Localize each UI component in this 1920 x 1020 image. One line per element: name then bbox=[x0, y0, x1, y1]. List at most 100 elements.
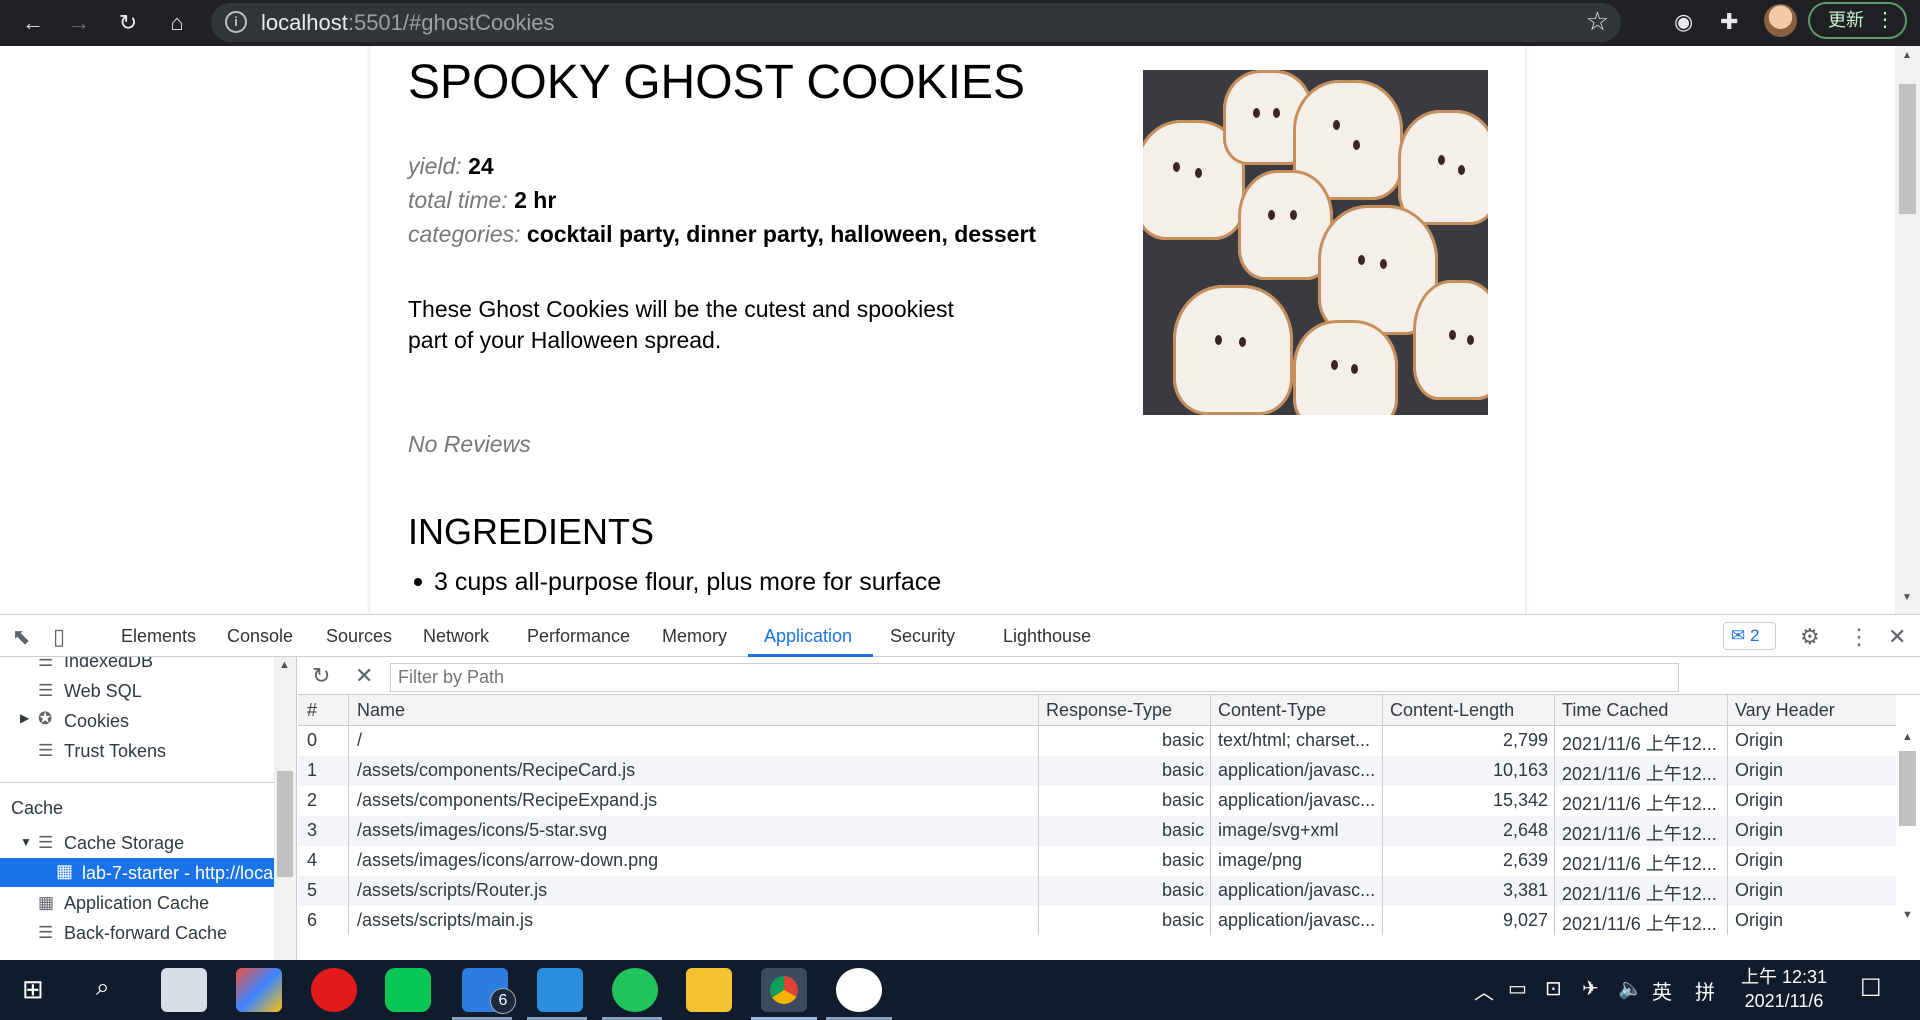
table-row[interactable]: 6/assets/scripts/main.js basic application… bbox=[298, 906, 1896, 936]
cell-time-cached: 2021/11/6 上午12... bbox=[1562, 794, 1717, 814]
filter-by-path-input[interactable] bbox=[390, 663, 1679, 692]
reload-icon[interactable]: ↻ bbox=[113, 8, 143, 38]
column-header-time-cached[interactable]: Time Cached bbox=[1562, 700, 1668, 721]
tab-sources[interactable]: Sources bbox=[326, 626, 392, 647]
back-icon[interactable]: ← bbox=[18, 8, 48, 38]
search-icon[interactable]: ⌕ bbox=[96, 974, 109, 1002]
extension-eyes-icon[interactable]: ◉ bbox=[1674, 9, 1693, 35]
settings-gear-icon[interactable]: ⚙ bbox=[1800, 624, 1820, 650]
cell-response-type: basic bbox=[1161, 910, 1204, 930]
sidebar-item-cache-entry[interactable]: ▦ lab-7-starter - http://localhost:5501 bbox=[0, 858, 296, 887]
application-sidebar: ☰ IndexedDB ☰ Web SQL ▶ ✪ Cookies ☰ Trus… bbox=[0, 657, 297, 961]
column-header-response-type[interactable]: Response-Type bbox=[1046, 700, 1172, 721]
vscode-icon[interactable] bbox=[537, 968, 583, 1012]
expand-arrow-icon[interactable]: ▶ bbox=[20, 711, 29, 725]
sidebar-item-back-forward-cache[interactable]: Back-forward Cache bbox=[64, 923, 227, 944]
cell-index: 6 bbox=[307, 910, 318, 930]
tab-network[interactable]: Network bbox=[423, 626, 489, 647]
show-hidden-icons-icon[interactable]: ︿ bbox=[1474, 976, 1494, 1005]
scroll-down-icon[interactable]: ▼ bbox=[1902, 909, 1913, 921]
table-row[interactable]: 1/assets/components/RecipeCard.js basic ap… bbox=[298, 756, 1896, 786]
scroll-up-icon[interactable]: ▲ bbox=[279, 659, 290, 671]
cell-name: /assets/images/icons/5-star.svg bbox=[357, 820, 608, 840]
column-divider bbox=[1210, 695, 1211, 935]
cell-content-length: 3,381 bbox=[1502, 880, 1548, 900]
bookmark-star-icon[interactable]: ☆ bbox=[1586, 6, 1609, 37]
extensions-puzzle-icon[interactable]: ✚ bbox=[1720, 9, 1738, 35]
table-row[interactable]: 0 / basic text/html; charset... 2,799 2021/11… bbox=[298, 726, 1896, 756]
file-explorer-icon[interactable] bbox=[686, 968, 732, 1012]
column-header-content-type[interactable]: Content-Type bbox=[1218, 700, 1326, 721]
column-header-vary-header[interactable]: Vary Header bbox=[1735, 700, 1835, 721]
delete-icon[interactable]: ✕ bbox=[355, 663, 373, 689]
slack-icon[interactable] bbox=[836, 968, 882, 1012]
forward-icon[interactable]: → bbox=[64, 8, 94, 38]
tab-security[interactable]: Security bbox=[890, 626, 955, 647]
table-row[interactable]: 3/assets/images/icons/5-star.svg basic ima… bbox=[298, 816, 1896, 846]
profile-avatar[interactable] bbox=[1764, 4, 1797, 37]
wechat-icon[interactable] bbox=[612, 968, 658, 1012]
cell-vary-header: Origin bbox=[1735, 790, 1784, 810]
system-clock[interactable]: 上午 12:31 2021/11/6 bbox=[1741, 965, 1827, 1013]
table-scrollbar[interactable]: ▲ ▼ bbox=[1896, 695, 1920, 925]
network-icon[interactable]: ⊡ bbox=[1545, 976, 1562, 1001]
netease-music-icon[interactable] bbox=[311, 968, 357, 1012]
scroll-up-icon[interactable]: ▲ bbox=[1902, 731, 1913, 743]
sidebar-scrollbar-thumb[interactable] bbox=[277, 771, 293, 877]
more-options-icon[interactable]: ⋮ bbox=[1848, 624, 1870, 650]
home-icon[interactable]: ⌂ bbox=[162, 8, 192, 38]
address-bar[interactable]: i localhost:5501/#ghostCookies ☆ bbox=[211, 3, 1621, 42]
column-header-index[interactable]: # bbox=[307, 700, 317, 721]
tab-console[interactable]: Console bbox=[227, 626, 293, 647]
line-app-icon[interactable] bbox=[385, 968, 431, 1012]
airplane-icon[interactable]: ✈ bbox=[1582, 976, 1599, 1001]
sidebar-item-cache-storage[interactable]: Cache Storage bbox=[64, 833, 184, 854]
table-row[interactable]: 5/assets/scripts/Router.js basic applicati… bbox=[298, 876, 1896, 906]
inspect-element-icon[interactable]: ⬉ bbox=[12, 624, 30, 650]
sidebar-item-trust-tokens[interactable]: Trust Tokens bbox=[64, 741, 166, 762]
volume-icon[interactable]: 🔈 bbox=[1618, 976, 1643, 1001]
input-language[interactable]: 英 bbox=[1652, 976, 1672, 1005]
sidebar-item-websql[interactable]: Web SQL bbox=[64, 681, 142, 702]
menu-icon[interactable]: ⋮ bbox=[1875, 4, 1895, 37]
cell-response-type: basic bbox=[1161, 790, 1204, 810]
taskbar-app-icon[interactable] bbox=[236, 968, 282, 1012]
cell-content-type: image/png bbox=[1218, 850, 1303, 870]
tab-memory[interactable]: Memory bbox=[662, 626, 727, 647]
browser-toolbar: ← → ↻ ⌂ i localhost:5501/#ghostCookies ☆… bbox=[0, 0, 1920, 46]
battery-icon[interactable]: ▭ bbox=[1508, 976, 1527, 1001]
column-header-content-length[interactable]: Content-Length bbox=[1390, 700, 1514, 721]
ingredients-heading: INGREDIENTS bbox=[408, 511, 655, 552]
page-scrollbar-thumb[interactable] bbox=[1899, 84, 1916, 214]
table-icon: ▦ bbox=[38, 893, 55, 912]
update-button[interactable]: 更新 ⋮ bbox=[1808, 2, 1907, 39]
cell-vary-header: Origin bbox=[1735, 820, 1784, 840]
sidebar-scrollbar[interactable]: ▲ bbox=[274, 657, 296, 961]
table-row[interactable]: 4/assets/images/icons/arrow-down.png basi… bbox=[298, 846, 1896, 876]
taskbar-app-icon[interactable] bbox=[161, 968, 207, 1012]
tab-performance[interactable]: Performance bbox=[527, 626, 630, 647]
tab-elements[interactable]: Elements bbox=[121, 626, 196, 647]
refresh-icon[interactable]: ↻ bbox=[312, 663, 330, 689]
sidebar-item-application-cache[interactable]: Application Cache bbox=[64, 893, 209, 914]
page-scrollbar[interactable]: ▲ ▼ bbox=[1895, 46, 1920, 614]
table-row[interactable]: 2/assets/components/RecipeExpand.js basic… bbox=[298, 786, 1896, 816]
recipe-description: These Ghost Cookies will be the cutest a… bbox=[408, 296, 954, 353]
sidebar-item-indexeddb[interactable]: IndexedDB bbox=[64, 657, 153, 672]
tab-application[interactable]: Application bbox=[764, 626, 852, 647]
column-divider bbox=[1727, 695, 1728, 935]
close-devtools-icon[interactable]: ✕ bbox=[1888, 624, 1906, 650]
site-info-icon[interactable]: i bbox=[225, 11, 247, 33]
device-toolbar-icon[interactable]: ▯ bbox=[53, 624, 65, 650]
ime-mode[interactable]: 拼 bbox=[1695, 976, 1715, 1005]
cell-content-type: text/html; charset... bbox=[1218, 730, 1371, 750]
table-scrollbar-thumb[interactable] bbox=[1899, 751, 1916, 826]
collapse-arrow-icon[interactable]: ▼ bbox=[20, 835, 32, 849]
column-header-name[interactable]: Name bbox=[357, 700, 405, 721]
issues-badge[interactable]: ✉ 2 bbox=[1723, 622, 1776, 650]
tab-lighthouse[interactable]: Lighthouse bbox=[1003, 626, 1091, 647]
notification-icon[interactable]: ☐ bbox=[1860, 974, 1882, 1003]
windows-start-icon[interactable]: ⊞ bbox=[22, 974, 44, 1005]
sidebar-item-cookies[interactable]: Cookies bbox=[64, 711, 129, 732]
chrome-taskbar-button[interactable] bbox=[761, 968, 807, 1012]
